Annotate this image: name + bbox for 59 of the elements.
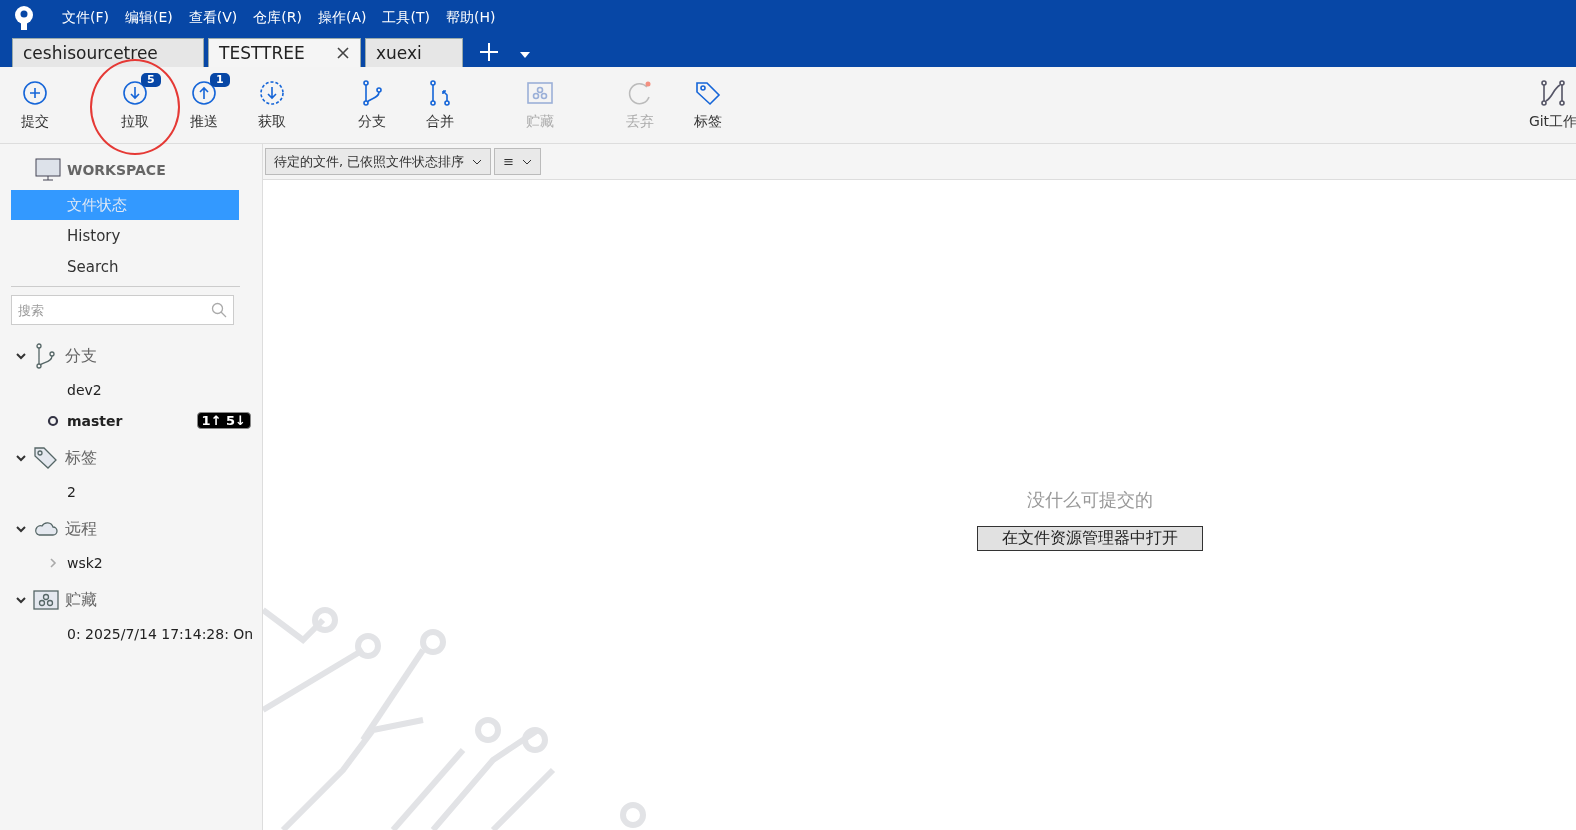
menu-item[interactable]: 仓库(R) (245, 9, 310, 27)
tree-item[interactable]: master (67, 412, 123, 429)
menu-item[interactable]: 工具(T) (374, 9, 438, 27)
repository-tab[interactable]: TESTTREE (208, 38, 361, 67)
download-circle-icon (121, 79, 149, 107)
repository-tab[interactable]: ceshisourcetree (12, 38, 204, 67)
chevron-icon[interactable] (15, 523, 27, 535)
tree-item[interactable]: dev2 (67, 381, 102, 398)
sort-dropdown[interactable]: 待定的文件, 已依照文件状态排序 (265, 148, 492, 175)
chevron-icon[interactable] (15, 594, 27, 606)
caret-icon (472, 158, 483, 165)
tree-item[interactable]: wsk2 (67, 554, 103, 571)
toolbar-button[interactable]: Git工作 (1528, 113, 1576, 131)
sidebar-item[interactable]: History (11, 220, 239, 251)
menu-item[interactable]: 查看(V) (180, 9, 246, 27)
plus-circle-icon (21, 79, 49, 107)
tag-icon (694, 79, 722, 107)
section-heading[interactable]: 标签 (65, 447, 97, 469)
chevron-icon[interactable] (15, 452, 27, 464)
toolbar-button[interactable]: 合并 (426, 113, 454, 131)
stash-box-icon (33, 587, 59, 613)
section-heading[interactable]: 贮藏 (65, 589, 97, 611)
toolbar-button[interactable]: 推送 (190, 113, 218, 131)
section-heading[interactable]: 分支 (65, 345, 97, 367)
toolbar-button[interactable]: 获取 (258, 113, 286, 131)
chevron-icon[interactable] (15, 350, 27, 362)
sidebar-item[interactable]: Search (11, 251, 239, 282)
tag-icon (33, 445, 59, 471)
toolbar-button[interactable]: 提交 (21, 113, 49, 131)
section-heading[interactable]: 远程 (65, 518, 97, 540)
download-dashed-circle-icon (258, 79, 286, 107)
count-badge: 1 (210, 73, 230, 87)
caret-icon (522, 158, 533, 165)
open-in-explorer-button[interactable]: 在文件资源管理器中打开 (976, 526, 1203, 551)
repository-tab[interactable]: xuexi (365, 38, 463, 67)
upload-circle-icon (190, 79, 218, 107)
stash-box-icon (526, 79, 554, 107)
monitor-icon (35, 158, 61, 182)
toolbar-button[interactable]: 分支 (358, 113, 386, 131)
count-badge: 5 (141, 73, 161, 87)
dropdown-caret-icon[interactable] (519, 51, 531, 59)
menu-item[interactable]: 操作(A) (309, 9, 375, 27)
menu-item[interactable]: 编辑(E) (117, 9, 181, 27)
add-tab-icon[interactable] (478, 41, 500, 63)
menu-item[interactable]: 帮助(H) (437, 9, 504, 27)
workspace-heading: WORKSPACE (67, 162, 166, 178)
search-field[interactable]: 搜索 (11, 295, 234, 325)
view-dropdown[interactable]: ≡ (494, 148, 542, 175)
tree-item[interactable]: 0: 2025/7/14 17:14:28: On (67, 625, 254, 642)
menu-item[interactable]: 文件(F) (54, 9, 117, 27)
ahead-behind-badge: 1↑ 5↓ (196, 412, 251, 429)
empty-message: 没什么可提交的 (1026, 488, 1153, 512)
toolbar-button[interactable]: 标签 (694, 113, 722, 131)
toolbar-button[interactable]: 拉取 (121, 113, 149, 131)
close-icon[interactable] (336, 45, 350, 60)
git-flow-icon (1539, 79, 1567, 107)
app-logo-icon (12, 5, 36, 31)
tree-item[interactable]: 2 (67, 483, 76, 500)
search-icon (211, 302, 227, 318)
